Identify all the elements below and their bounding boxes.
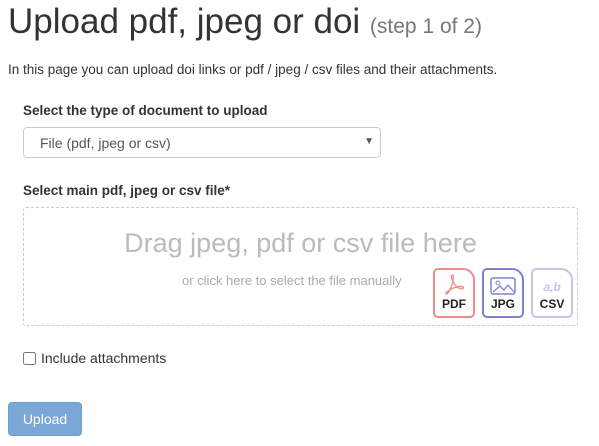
- pdf-label: PDF: [442, 297, 466, 311]
- title-text: Upload pdf, jpeg or doi: [8, 2, 361, 41]
- include-attachments[interactable]: Include attachments: [23, 350, 166, 366]
- drag-text: Drag jpeg, pdf or csv file here: [124, 228, 477, 258]
- step-indicator: (step 1 of 2): [369, 15, 482, 38]
- doc-type-value: File (pdf, jpeg or csv): [40, 135, 171, 151]
- main-file-label: Select main pdf, jpeg or csv file*: [23, 183, 231, 198]
- pdf-file-icon: PDF: [433, 268, 475, 318]
- jpg-label: JPG: [490, 297, 515, 311]
- chevron-down-icon: ▼: [364, 136, 374, 147]
- file-dropzone[interactable]: Drag jpeg, pdf or csv file here or click…: [23, 207, 578, 326]
- jpg-file-icon: JPG: [482, 268, 524, 318]
- upload-button[interactable]: Upload: [8, 402, 82, 436]
- doc-type-select[interactable]: File (pdf, jpeg or csv) ▼: [23, 127, 381, 158]
- csv-label: CSV: [539, 297, 565, 311]
- page-title: Upload pdf, jpeg or doi (step 1 of 2): [8, 2, 482, 42]
- intro-text: In this page you can upload doi links or…: [8, 62, 498, 77]
- include-attachments-checkbox[interactable]: [23, 351, 36, 365]
- csv-file-icon: a,b CSV: [531, 268, 573, 318]
- csv-glyph: a,b: [543, 280, 561, 294]
- include-attachments-label: Include attachments: [41, 350, 167, 366]
- doc-type-label: Select the type of document to upload: [23, 103, 268, 118]
- click-select-text: or click here to select the file manuall…: [182, 273, 402, 288]
